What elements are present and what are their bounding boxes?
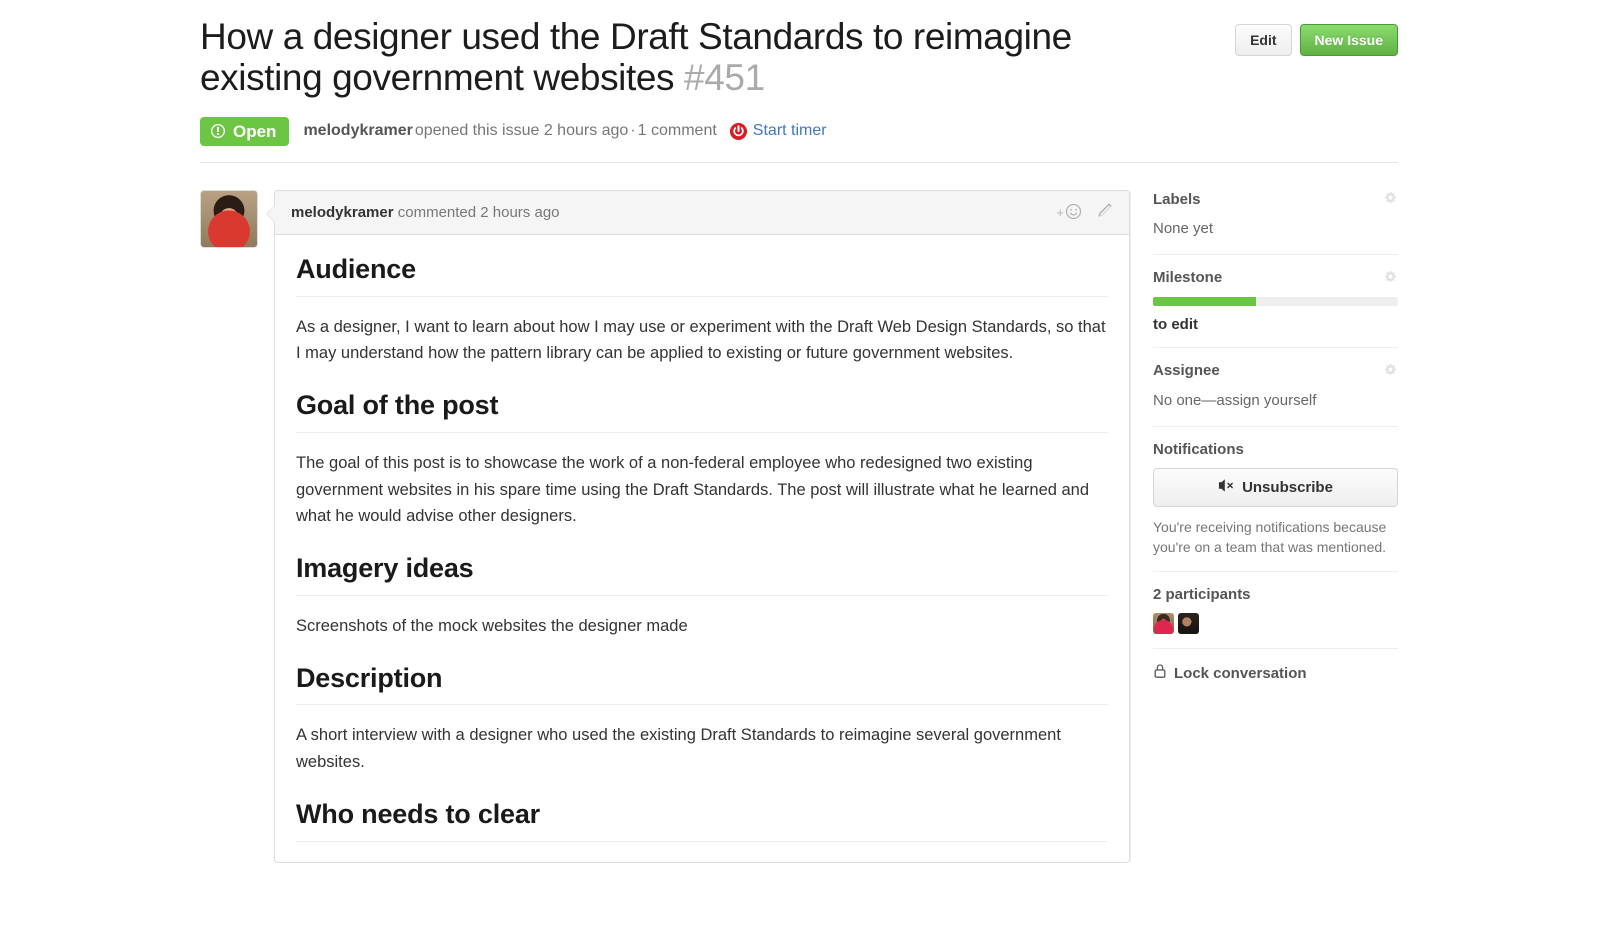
smiley-icon — [1065, 203, 1082, 223]
section-paragraph: Screenshots of the mock websites the des… — [296, 616, 688, 635]
start-timer-label: Start timer — [752, 122, 827, 140]
labels-value: None yet — [1153, 220, 1214, 237]
avatar[interactable] — [200, 190, 258, 248]
header-actions: Edit New Issue — [1235, 16, 1398, 57]
section-paragraph: The goal of this post is to showcase the… — [296, 453, 1090, 526]
gear-icon[interactable] — [1383, 362, 1398, 380]
sidebar-section-lock: Lock conversation — [1153, 663, 1398, 697]
status-badge: Open — [200, 116, 290, 146]
comment-count: 1 comment — [637, 122, 717, 140]
mute-icon — [1218, 478, 1235, 497]
assignee-header: Assignee — [1153, 362, 1398, 380]
comment-action: commented 2 hours ago — [397, 204, 560, 221]
section-heading: Imagery ideas — [296, 552, 1108, 596]
issue-title-text: How a designer used the Draft Standards … — [200, 16, 1072, 99]
participants-title: 2 participants — [1153, 586, 1251, 604]
section-paragraph: As a designer, I want to learn about how… — [296, 317, 1106, 363]
issue-page: How a designer used the Draft Standards … — [0, 0, 1600, 934]
power-icon — [729, 122, 748, 141]
section-heading: Goal of the post — [296, 389, 1108, 433]
sidebar-section-milestone: Milestone to edit — [1153, 269, 1398, 348]
issue-number: #451 — [684, 57, 765, 99]
comment-wrap: melodykramer commented 2 hours ago + Aud… — [200, 190, 1130, 863]
participant-avatar[interactable] — [1178, 613, 1199, 635]
lock-conversation-button[interactable]: Lock conversation — [1153, 663, 1398, 683]
gear-icon[interactable] — [1383, 269, 1398, 287]
sidebar-section-labels: Labels None yet — [1153, 190, 1398, 255]
meta-separator: · — [630, 122, 636, 140]
milestone-progress-bar — [1153, 296, 1398, 306]
edit-comment-icon[interactable] — [1096, 202, 1113, 223]
participant-avatar[interactable] — [1153, 613, 1174, 635]
edit-button[interactable]: Edit — [1235, 24, 1292, 57]
gear-icon[interactable] — [1383, 190, 1398, 208]
header-row: How a designer used the Draft Standards … — [200, 16, 1398, 99]
comment-header: melodykramer commented 2 hours ago + — [275, 191, 1129, 235]
new-issue-button[interactable]: New Issue — [1299, 24, 1398, 57]
issue-opened-text: opened this issue 2 hours ago — [414, 122, 629, 140]
milestone-title: Milestone — [1153, 269, 1223, 287]
milestone-header: Milestone — [1153, 269, 1398, 287]
section-paragraph: A short interview with a designer who us… — [296, 726, 1061, 772]
comment-byline: melodykramer commented 2 hours ago — [291, 204, 560, 221]
sidebar-section-notifications: Notifications Unsubscribe You're receivi… — [1153, 441, 1398, 573]
lock-conversation-label: Lock conversation — [1174, 664, 1307, 682]
status-badge-label: Open — [233, 121, 277, 141]
comment-author[interactable]: melodykramer — [291, 204, 394, 221]
issue-meta-row: Open melodykramer opened this issue 2 ho… — [200, 116, 1398, 146]
issue-sidebar: Labels None yet Milestone to edit Assign… — [1130, 190, 1398, 863]
comment-column: melodykramer commented 2 hours ago + Aud… — [200, 190, 1130, 863]
avatar-image — [201, 191, 257, 247]
assignee-title: Assignee — [1153, 362, 1220, 380]
issue-content: melodykramer commented 2 hours ago + Aud… — [200, 190, 1398, 863]
issue-header: How a designer used the Draft Standards … — [200, 16, 1398, 146]
title-wrap: How a designer used the Draft Standards … — [200, 16, 1120, 99]
sidebar-section-participants: 2 participants — [1153, 586, 1398, 650]
add-reaction-button[interactable]: + — [1056, 203, 1082, 223]
page-title: How a designer used the Draft Standards … — [200, 16, 1120, 99]
plus-sign: + — [1056, 205, 1064, 220]
labels-title: Labels — [1153, 190, 1201, 208]
notifications-note: You're receiving notifications because y… — [1153, 518, 1387, 555]
issue-opened-icon — [211, 123, 227, 139]
sidebar-section-assignee: Assignee No one—assign yourself — [1153, 362, 1398, 427]
section-heading: Audience — [296, 253, 1108, 297]
milestone-progress-fill — [1153, 296, 1256, 306]
section-heading: Description — [296, 662, 1108, 706]
unsubscribe-button[interactable]: Unsubscribe — [1153, 467, 1398, 507]
labels-header: Labels — [1153, 190, 1398, 208]
header-divider — [200, 162, 1398, 163]
lock-icon — [1153, 663, 1167, 683]
notifications-title: Notifications — [1153, 440, 1244, 458]
participants-avatars — [1153, 613, 1398, 635]
start-timer-link[interactable]: Start timer — [729, 122, 827, 141]
unsubscribe-label: Unsubscribe — [1242, 478, 1333, 496]
section-heading: Who needs to clear — [296, 798, 1108, 842]
milestone-name[interactable]: to edit — [1153, 316, 1398, 333]
comment-actions: + — [1056, 202, 1113, 223]
issue-author[interactable]: melodykramer — [303, 122, 412, 140]
notifications-header: Notifications — [1153, 441, 1398, 458]
comment-box: melodykramer commented 2 hours ago + Aud… — [266, 190, 1130, 863]
comment-body: Audience As a designer, I want to learn … — [275, 235, 1129, 862]
assignee-value[interactable]: No one—assign yourself — [1153, 390, 1398, 412]
